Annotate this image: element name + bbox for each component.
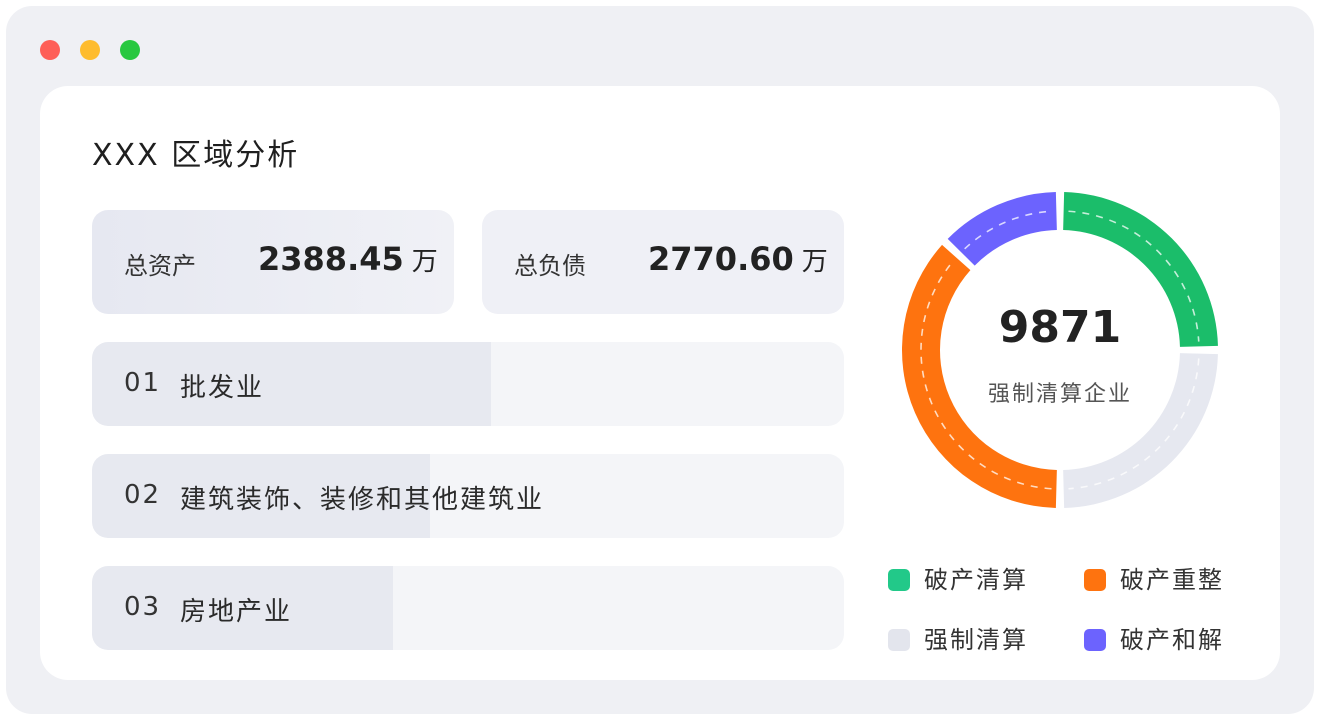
minimize-window-button[interactable]: [80, 40, 100, 60]
legend-item-bankruptcy-liquidation: 破产清算: [888, 560, 1028, 595]
total-assets-label: 总资产: [124, 252, 196, 280]
legend-swatch: [888, 629, 910, 651]
legend-swatch: [1084, 629, 1106, 651]
total-liabilities-unit: 万: [801, 247, 828, 277]
legend-item-compulsory-liquidation: 强制清算: [888, 620, 1028, 655]
industry-name: 建筑装饰、装修和其他建筑业: [180, 485, 545, 515]
close-window-button[interactable]: [40, 40, 60, 60]
industry-rank: 03: [124, 592, 162, 622]
industry-row-2[interactable]: 02 建筑装饰、装修和其他建筑业: [92, 454, 844, 538]
total-liabilities-label: 总负债: [514, 252, 586, 280]
legend-swatch: [888, 569, 910, 591]
total-assets-card: 总资产 2388.45 万: [92, 210, 454, 314]
total-liabilities-card: 总负债 2770.60 万: [482, 210, 844, 314]
legend-item-bankruptcy-reorganization: 破产重整: [1084, 560, 1224, 595]
industry-name: 房地产业: [180, 597, 293, 627]
total-liabilities-value: 2770.60 万: [648, 240, 828, 278]
total-assets-unit: 万: [411, 247, 438, 277]
total-assets-value: 2388.45 万: [258, 240, 438, 278]
donut-segment-4: [947, 192, 1057, 266]
donut-center-label: 强制清算企业: [987, 382, 1132, 407]
maximize-window-button[interactable]: [120, 40, 140, 60]
app-window: XXX 区域分析 总资产 2388.45 万 总负债 2770.60 万 01 批发…: [6, 6, 1314, 714]
donut-total-value: 9871: [998, 302, 1122, 353]
legend-swatch: [1084, 569, 1106, 591]
industry-name: 批发业: [180, 373, 265, 403]
legend-item-bankruptcy-settlement: 破产和解: [1084, 620, 1224, 655]
region-analysis-card: XXX 区域分析 总资产 2388.45 万 总负债 2770.60 万 01 批发…: [40, 86, 1280, 680]
industry-row-3[interactable]: 03 房地产业: [92, 566, 844, 650]
industry-rank: 01: [124, 368, 162, 398]
industry-row-1[interactable]: 01 批发业: [92, 342, 844, 426]
page-title: XXX 区域分析: [92, 138, 300, 173]
industry-rank: 02: [124, 480, 162, 510]
